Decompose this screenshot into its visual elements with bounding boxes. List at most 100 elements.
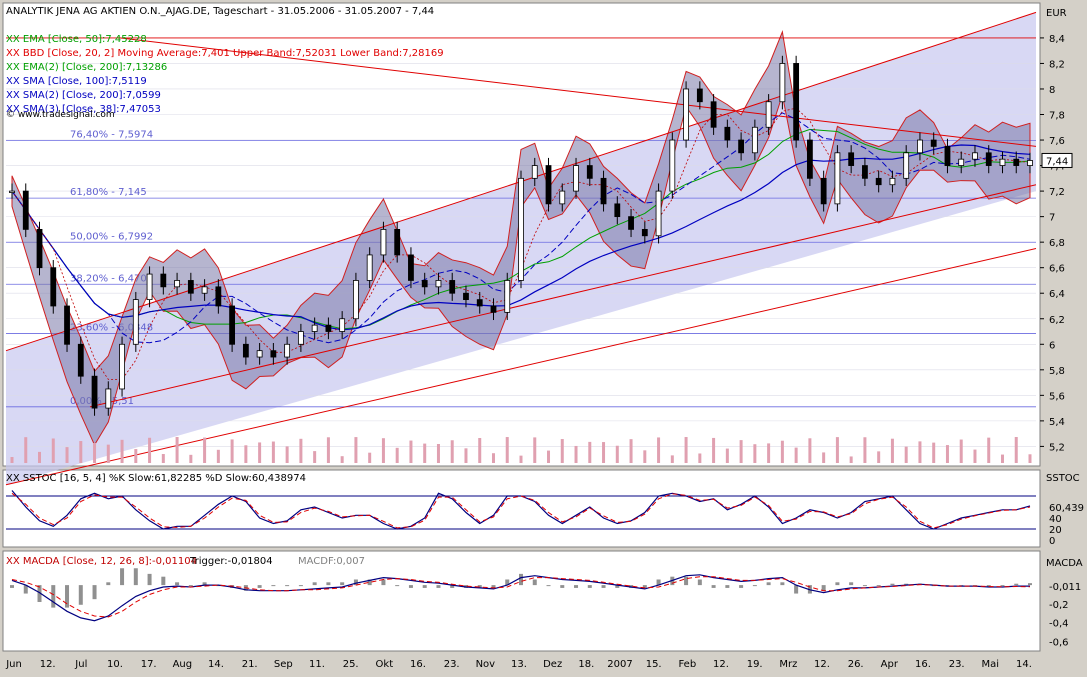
x-axis-label: Dez	[543, 659, 562, 670]
price-tick-label: 6,6	[1049, 264, 1065, 275]
x-axis-label: Aug	[173, 659, 193, 670]
candle-body	[641, 228, 648, 237]
macd-histogram-bar	[1028, 583, 1032, 586]
macd-histogram-bar	[574, 585, 579, 588]
sstoc-tick-label: 0	[1049, 536, 1055, 547]
x-axis-label: Jun	[5, 659, 22, 670]
volume-bar	[354, 437, 358, 463]
macd-histogram-bar	[890, 583, 895, 586]
candle-body	[9, 190, 15, 193]
price-tick-label: 6,4	[1049, 289, 1065, 300]
chart-window: 76,40% - 7,5974 61,80% - 7,145 50,00% - 6,…	[0, 0, 1087, 673]
candle-body	[119, 343, 125, 390]
candle-body	[765, 101, 772, 128]
x-axis-label: 12.	[814, 659, 830, 670]
sstoc-axis-label: SSTOC	[1046, 473, 1080, 484]
macd-histogram-bar	[546, 585, 551, 587]
candle-body	[985, 152, 992, 166]
macd-histogram-bar	[161, 576, 166, 586]
macd-histogram-bar	[560, 585, 565, 588]
macd-histogram-bar	[326, 582, 331, 586]
candle-body	[132, 299, 139, 345]
macd-histogram-bar	[711, 585, 716, 588]
candle-body	[435, 280, 442, 288]
volume-bar	[973, 449, 977, 463]
volume-bar	[918, 441, 922, 463]
macd-histogram-bar	[188, 585, 193, 587]
macd-histogram-bar	[752, 585, 757, 587]
volume-bar	[216, 449, 220, 463]
volume-bar	[849, 456, 853, 463]
x-axis-label: 15.	[646, 659, 662, 670]
candle-body	[559, 190, 566, 205]
candle-body	[655, 190, 662, 237]
volume-bar	[932, 442, 936, 463]
candle-body	[201, 286, 208, 294]
candle-body	[366, 254, 373, 281]
x-axis-label: 14.	[208, 659, 224, 670]
macd-histogram-bar	[312, 582, 317, 586]
candle-body	[862, 165, 868, 179]
macd-histogram-bar	[51, 585, 56, 608]
volume-bar	[203, 437, 207, 463]
price-tick-label: 6,2	[1049, 315, 1065, 326]
candle-body	[256, 350, 263, 358]
candle-body	[793, 63, 800, 141]
indicator-legend-entry: XX SMA [Close, 100]:7,5119	[6, 76, 147, 87]
x-axis-label: Okt	[376, 659, 394, 670]
volume-bar	[93, 443, 97, 463]
volume-bar	[299, 438, 303, 463]
indicator-legend-entry: XX EMA [Close, 50]:7,45228	[6, 34, 147, 45]
volume-bar	[134, 449, 138, 463]
volume-bar	[890, 438, 894, 463]
macd-histogram-bar	[395, 585, 400, 587]
volume-bar	[423, 443, 427, 463]
x-axis-label: 12.	[40, 659, 56, 670]
macd-histogram-bar	[794, 585, 799, 594]
volume-bar	[395, 447, 399, 463]
macd-histogram-bar	[725, 585, 730, 588]
volume-bar	[244, 445, 248, 463]
macd-histogram-bar	[862, 585, 867, 587]
candle-body	[284, 343, 291, 358]
volume-bar	[588, 441, 592, 463]
volume-bar	[657, 437, 661, 463]
volume-bar	[65, 447, 69, 463]
x-axis-label: 19.	[747, 659, 763, 670]
price-tick-label: 7	[1049, 213, 1055, 224]
price-tick-label: 7,2	[1049, 187, 1065, 198]
volume-bar	[230, 439, 234, 463]
volume-bar	[1000, 454, 1004, 463]
candle-body	[77, 343, 84, 377]
x-axis-label: Jul	[74, 659, 87, 670]
volume-bar	[505, 437, 509, 463]
macd-histogram-bar	[697, 579, 702, 586]
x-axis-label: Feb	[678, 659, 696, 670]
candle-body	[889, 177, 896, 186]
candle-body	[242, 343, 249, 358]
candle-body	[339, 318, 346, 332]
sstoc-value-label: 60,439	[1049, 503, 1084, 514]
volume-bar	[285, 446, 289, 463]
chart-canvas: 76,40% - 7,5974 61,80% - 7,145 50,00% - 6,…	[2, 2, 1084, 670]
volume-bar	[464, 448, 468, 463]
sstoc-title: XX SSTOC [16, 5, 4] %K Slow:61,82285 %D …	[6, 473, 306, 484]
volume-bar	[1028, 454, 1032, 463]
volume-bar	[780, 440, 784, 463]
candle-body	[944, 146, 951, 166]
x-axis-label: 14.	[1016, 659, 1032, 670]
macd-histogram-bar	[92, 585, 97, 600]
volume-bar	[381, 438, 385, 463]
candle-body	[958, 158, 965, 166]
fibonacci-label: 61,80% - 7,145	[70, 187, 147, 198]
candle-body	[1027, 160, 1033, 166]
volume-bar	[79, 441, 83, 463]
volume-bar	[670, 455, 674, 463]
macd-histogram-bar	[285, 585, 290, 587]
candle-body	[146, 273, 153, 301]
candle-body	[380, 228, 387, 256]
macd-histogram-bar	[835, 582, 840, 586]
macd-histogram-bar	[436, 585, 441, 588]
candle-body	[820, 177, 827, 205]
candle-body	[91, 375, 98, 409]
